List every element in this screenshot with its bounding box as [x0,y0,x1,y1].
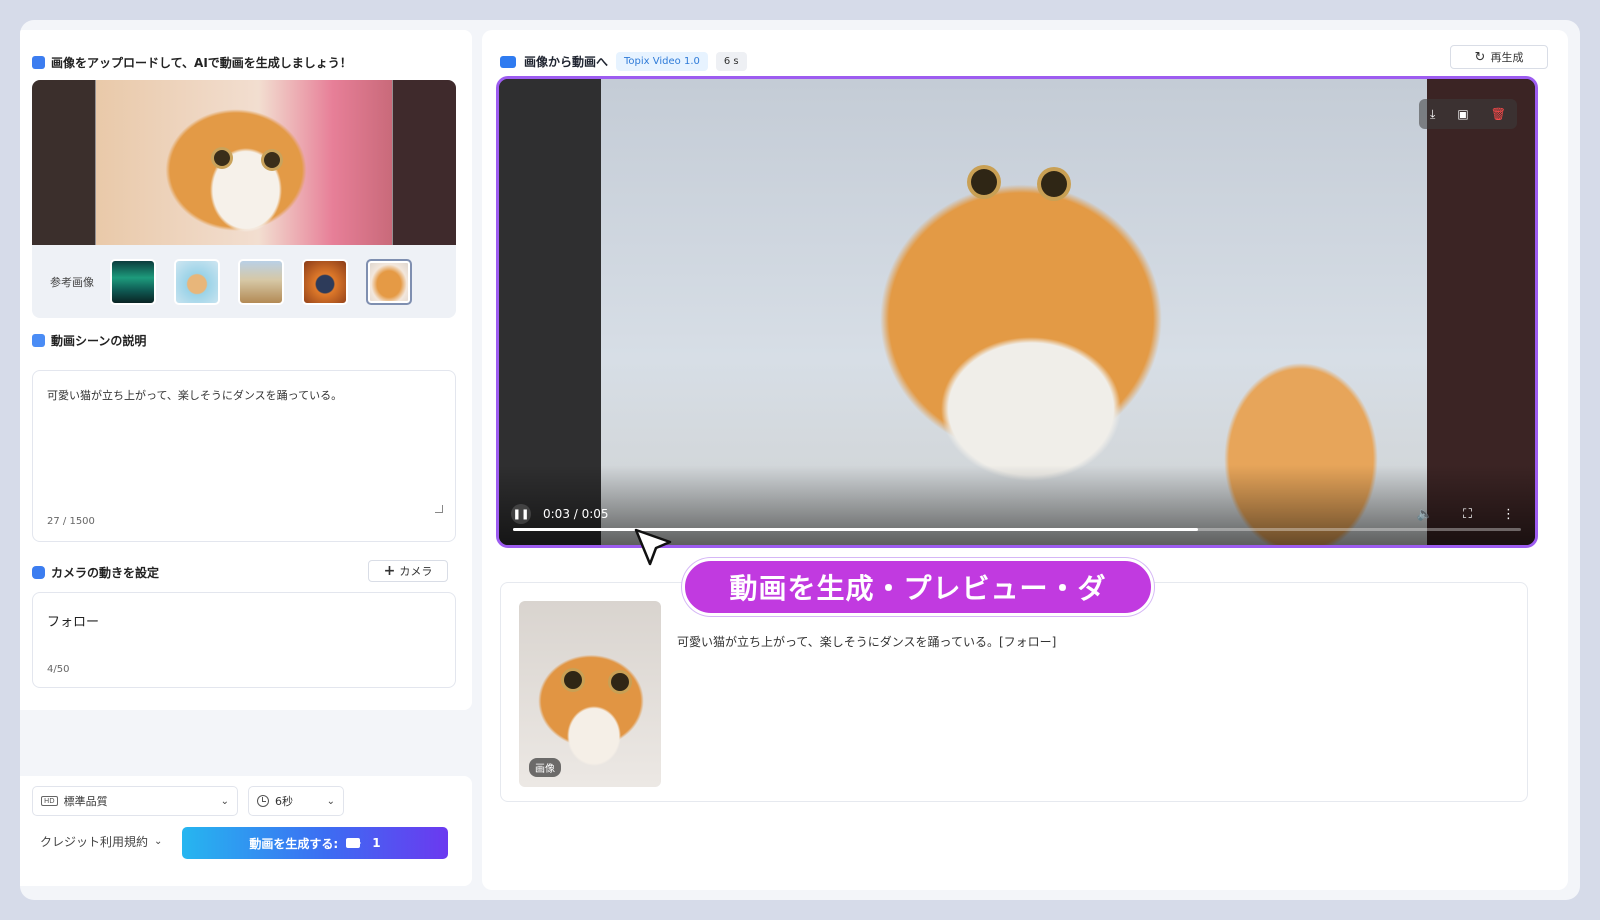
image-badge: 画像 [529,758,561,777]
chevron-down-icon: ⌄ [326,795,335,807]
cat-eye [564,671,582,689]
credit-terms-dropdown[interactable]: クレジット利用規約 ⌄ [40,833,162,850]
reference-thumb-rider[interactable] [238,258,284,305]
camera-title-row: カメラの動きを設定 [32,564,159,581]
cat-eye [214,150,230,166]
fullscreen-icon[interactable]: ⛶ [1463,507,1472,522]
generate-video-button[interactable]: 動画を生成する: 1 [182,827,448,859]
upload-card[interactable]: 参考画像 [32,80,456,318]
video-right-controls: 🔈 ⛶ ⋮ [1417,507,1523,522]
video-icon [346,838,362,848]
duration-value: 6秒 [275,795,293,808]
scene-title: 動画シーンの説明 [51,334,147,348]
cat-eye [611,673,629,691]
edit-icon [32,334,45,347]
reference-thumb-aurora[interactable] [110,258,156,305]
right-panel: 画像から動画へ Topix Video 1.0 6 s ↻ 再生成 ⤓ ▣ 🗑 [482,30,1568,890]
cat-eye [264,152,280,168]
video-icon [500,55,516,68]
history-thumbnail[interactable]: 画像 [519,601,661,787]
credit-label: クレジット利用規約 [40,835,149,849]
download-icon[interactable]: ⤓ [1430,107,1435,122]
hd-icon: HD [41,796,58,806]
generate-cost: 1 [372,836,381,850]
upload-title: 画像をアップロードして、AIで動画を生成しましょう！ [51,56,352,70]
camera-title: カメラの動きを設定 [51,566,160,580]
feature-callout: 動画を生成・プレビュー・ダ [682,558,1154,616]
model-tag: Topix Video 1.0 [616,52,708,71]
generate-label: 動画を生成する: [249,836,339,851]
video-toolbar: ⤓ ▣ 🗑 [1419,99,1517,129]
upload-title-row: 画像をアップロードして、AIで動画を生成しましょう！ [32,54,352,71]
camera-char-count: 4/50 [47,664,70,675]
plus-icon: + [383,563,396,579]
quality-value: 標準品質 [63,795,108,808]
trash-icon[interactable]: 🗑 [1491,107,1506,121]
chevron-down-icon: ⌄ [154,836,163,847]
video-controls: ❚❚ 0:03 / 0:05 🔈 ⛶ ⋮ [511,501,1523,527]
history-prompt: 可愛い猫が立ち上がって、楽しそうにダンスを踊っている。[フォロー] [677,635,1057,649]
left-panel: 画像をアップロードして、AIで動画を生成しましょう！ 参考画像 動画シーンの説明 [20,30,472,710]
save-icon[interactable]: ▣ [1457,107,1468,121]
scene-char-count: 27 / 1500 [47,516,95,527]
scene-text: 可愛い猫が立ち上がって、楽しそうにダンスを踊っている。 [47,389,343,402]
volume-icon[interactable]: 🔈 [1417,507,1433,522]
camera-icon [32,566,45,579]
mouse-cursor-icon [634,528,672,566]
regenerate-label: 再生成 [1490,51,1524,64]
scene-textarea[interactable]: 可愛い猫が立ち上がって、楽しそうにダンスを踊っている。 27 / 1500 [32,370,456,542]
uploaded-image[interactable] [32,80,456,245]
reference-label: 参考画像 [50,275,94,289]
pause-icon[interactable]: ❚❚ [511,504,531,524]
refresh-icon: ↻ [1474,49,1486,65]
cat-photo [96,80,392,245]
preview-header: 画像から動画へ Topix Video 1.0 6 s [500,52,747,71]
duration-tag: 6 s [715,52,747,71]
camera-button-label: カメラ [399,565,433,578]
cat-eye [1041,171,1067,197]
duration-select[interactable]: 6秒 ⌄ [248,786,344,816]
app-frame: 画像をアップロードして、AIで動画を生成しましょう！ 参考画像 動画シーンの説明 [20,20,1580,900]
video-progress-fill [513,528,1199,531]
resize-handle[interactable] [435,505,443,513]
camera-motion-value: フォロー [47,615,100,630]
reference-thumbnails: 参考画像 [32,245,456,318]
chevron-down-icon: ⌄ [220,795,229,807]
scene-title-row: 動画シーンの説明 [32,332,146,349]
clock-icon [257,795,269,807]
reference-thumb-robot[interactable] [302,258,348,305]
image-icon [32,56,45,69]
more-icon[interactable]: ⋮ [1502,507,1515,522]
reference-thumb-cat-selected[interactable] [366,258,412,305]
camera-motion-field[interactable]: フォロー 4/50 [32,592,456,688]
add-camera-button[interactable]: + カメラ [368,560,448,582]
quality-select[interactable]: HD 標準品質 ⌄ [32,786,238,816]
reference-thumb-bear[interactable] [174,258,220,305]
cat-eye [971,169,997,195]
video-time: 0:03 / 0:05 [543,507,609,521]
preview-title: 画像から動画へ [524,55,609,69]
regenerate-button[interactable]: ↻ 再生成 [1450,45,1548,69]
generate-bar: HD 標準品質 ⌄ 6秒 ⌄ クレジット利用規約 ⌄ 動画を生成する: 1 [20,776,472,886]
video-player[interactable]: ⤓ ▣ 🗑 ❚❚ 0:03 / 0:05 🔈 ⛶ ⋮ [496,76,1538,548]
